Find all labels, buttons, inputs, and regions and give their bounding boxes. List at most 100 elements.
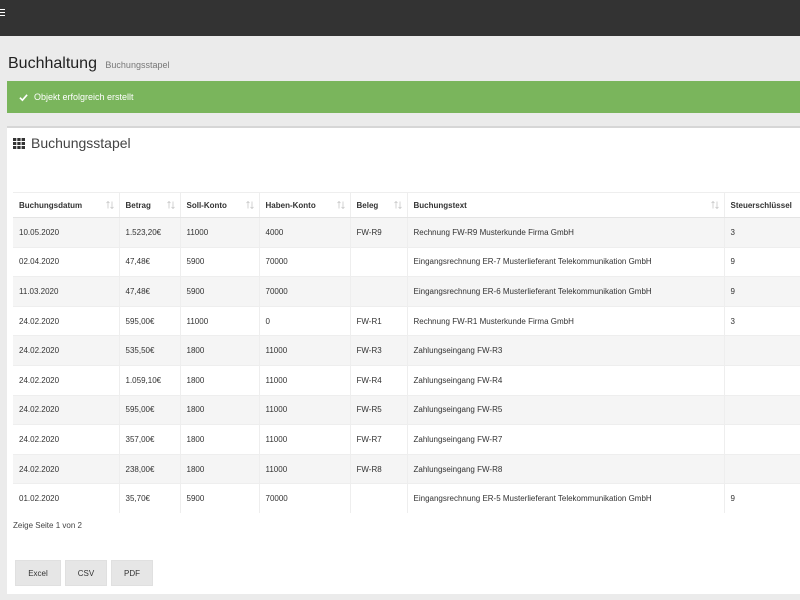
cell-betrag: 357,00€ — [119, 424, 181, 455]
table-row[interactable]: 24.02.2020 238,00€ 1800 11000 FW-R8 Zahlungse… — [13, 453, 800, 484]
cell-buchungsdatum: 10.05.2020 — [13, 217, 120, 248]
cell-steuerschluessel: 3 — [724, 305, 800, 336]
cell-beleg: FW-R9 — [350, 217, 408, 248]
cell-buchungstext: Eingangsrechnung ER-5 Musterlieferant Te… — [407, 483, 725, 514]
cell-steuerschluessel: 9 — [724, 276, 800, 307]
cell-betrag: 1.523,20€ — [119, 217, 181, 248]
cell-buchungstext: Zahlungseingang FW-R5 — [407, 394, 725, 425]
cell-betrag: 238,00€ — [119, 453, 181, 484]
column-header-betrag[interactable]: Betrag — [119, 192, 181, 218]
column-header-steuerschluessel[interactable]: Steuerschlüssel — [724, 192, 800, 218]
card-title: Buchungsstapel — [31, 135, 131, 151]
table-row[interactable]: 24.02.2020 595,00€ 1800 11000 FW-R5 Zahlungse… — [13, 394, 800, 425]
cell-haben-konto: 11000 — [259, 364, 351, 396]
column-header-beleg[interactable]: Beleg — [350, 192, 408, 218]
cell-steuerschluessel — [724, 424, 800, 455]
cell-soll-konto: 1800 — [180, 364, 260, 396]
cell-beleg — [350, 483, 408, 514]
column-header-buchungstext[interactable]: Buchungstext — [407, 192, 725, 218]
cell-beleg — [350, 246, 408, 277]
grid-icon — [13, 137, 25, 149]
table-row[interactable]: 10.05.2020 1.523,20€ 11000 4000 FW-R9 Rechnun… — [13, 217, 800, 248]
table-row[interactable]: 24.02.2020 357,00€ 1800 11000 FW-R7 Zahlungse… — [13, 424, 800, 455]
sort-icon[interactable] — [393, 201, 402, 209]
sort-icon[interactable] — [245, 201, 254, 209]
alert-message: Objekt erfolgreich erstellt — [34, 92, 134, 102]
cell-soll-konto: 5900 — [180, 276, 260, 307]
cell-steuerschluessel: 3 — [724, 217, 800, 248]
hamburger-icon[interactable] — [0, 9, 6, 18]
pagination-info: Zeige Seite 1 von 2 — [13, 521, 82, 530]
export-pdf-button[interactable]: PDF — [111, 560, 153, 586]
cell-buchungstext: Rechnung FW-R1 Musterkunde Firma GmbH — [407, 305, 725, 336]
table-row[interactable]: 11.03.2020 47,48€ 5900 70000 Eingangsrechnun… — [13, 276, 800, 307]
cell-betrag: 35,70€ — [119, 483, 181, 514]
cell-buchungsdatum: 01.02.2020 — [13, 483, 120, 514]
export-csv-button[interactable]: CSV — [65, 560, 107, 586]
cell-steuerschluessel: 9 — [724, 483, 800, 514]
cell-soll-konto: 1800 — [180, 335, 260, 366]
cell-soll-konto: 11000 — [180, 217, 260, 248]
cell-soll-konto: 1800 — [180, 424, 260, 455]
table-body: 10.05.2020 1.523,20€ 11000 4000 FW-R9 Rechnun… — [13, 217, 800, 514]
cell-betrag: 47,48€ — [119, 276, 181, 307]
cell-haben-konto: 70000 — [259, 246, 351, 277]
table-row[interactable]: 24.02.2020 595,00€ 11000 0 FW-R1 Rechnung FW-… — [13, 305, 800, 336]
cell-buchungsdatum: 24.02.2020 — [13, 424, 120, 455]
cell-haben-konto: 11000 — [259, 394, 351, 425]
cell-haben-konto: 11000 — [259, 453, 351, 484]
cell-buchungstext: Zahlungseingang FW-R7 — [407, 424, 725, 455]
cell-steuerschluessel — [724, 364, 800, 396]
cell-beleg: FW-R8 — [350, 453, 408, 484]
export-excel-button[interactable]: Excel — [15, 560, 61, 586]
page-title: Buchhaltung — [8, 55, 97, 72]
cell-buchungstext: Rechnung FW-R9 Musterkunde Firma GmbH — [407, 217, 725, 248]
cell-buchungsdatum: 11.03.2020 — [13, 276, 120, 307]
cell-buchungstext: Zahlungseingang FW-R3 — [407, 335, 725, 366]
cell-soll-konto: 11000 — [180, 305, 260, 336]
cell-soll-konto: 1800 — [180, 453, 260, 484]
sort-icon[interactable] — [710, 201, 719, 209]
cell-beleg — [350, 276, 408, 307]
cell-haben-konto: 4000 — [259, 217, 351, 248]
cell-steuerschluessel — [724, 453, 800, 484]
sort-icon[interactable] — [336, 201, 345, 209]
table-row[interactable]: 24.02.2020 1.059,10€ 1800 11000 FW-R4 Zahlung… — [13, 364, 800, 396]
cell-beleg: FW-R4 — [350, 364, 408, 396]
cell-buchungsdatum: 24.02.2020 — [13, 394, 120, 425]
success-alert: Objekt erfolgreich erstellt — [7, 81, 800, 113]
cell-beleg: FW-R7 — [350, 424, 408, 455]
cell-betrag: 595,00€ — [119, 394, 181, 425]
cell-buchungstext: Zahlungseingang FW-R8 — [407, 453, 725, 484]
column-header-buchungsdatum[interactable]: Buchungsdatum — [13, 192, 120, 218]
cell-steuerschluessel: 9 — [724, 246, 800, 277]
column-header-haben-konto[interactable]: Haben-Konto — [259, 192, 351, 218]
cell-beleg: FW-R5 — [350, 394, 408, 425]
cell-steuerschluessel — [724, 335, 800, 366]
cell-buchungsdatum: 24.02.2020 — [13, 364, 120, 396]
sort-icon[interactable] — [105, 201, 114, 209]
cell-beleg: FW-R1 — [350, 305, 408, 336]
table-row[interactable]: 24.02.2020 535,50€ 1800 11000 FW-R3 Zahlungse… — [13, 335, 800, 366]
journal-table: Buchungsdatum Betrag Soll-Konto Haben-Ko… — [13, 192, 800, 514]
cell-haben-konto: 70000 — [259, 483, 351, 514]
table-row[interactable]: 02.04.2020 47,48€ 5900 70000 Eingangsrechnun… — [13, 246, 800, 277]
cell-buchungsdatum: 24.02.2020 — [13, 305, 120, 336]
cell-buchungstext: Eingangsrechnung ER-6 Musterlieferant Te… — [407, 276, 725, 307]
table-row[interactable]: 01.02.2020 35,70€ 5900 70000 Eingangsrechnun… — [13, 483, 800, 514]
sort-icon[interactable] — [166, 201, 175, 209]
cell-betrag: 1.059,10€ — [119, 364, 181, 396]
cell-betrag: 595,00€ — [119, 305, 181, 336]
cell-soll-konto: 5900 — [180, 483, 260, 514]
check-icon — [19, 93, 28, 101]
cell-buchungstext: Eingangsrechnung ER-7 Musterlieferant Te… — [407, 246, 725, 277]
cell-haben-konto: 70000 — [259, 276, 351, 307]
cell-buchungsdatum: 24.02.2020 — [13, 453, 120, 484]
cell-buchungsdatum: 24.02.2020 — [13, 335, 120, 366]
cell-soll-konto: 1800 — [180, 394, 260, 425]
cell-steuerschluessel — [724, 394, 800, 425]
cell-soll-konto: 5900 — [180, 246, 260, 277]
cell-betrag: 47,48€ — [119, 246, 181, 277]
top-navbar — [0, 0, 800, 36]
column-header-soll-konto[interactable]: Soll-Konto — [180, 192, 260, 218]
